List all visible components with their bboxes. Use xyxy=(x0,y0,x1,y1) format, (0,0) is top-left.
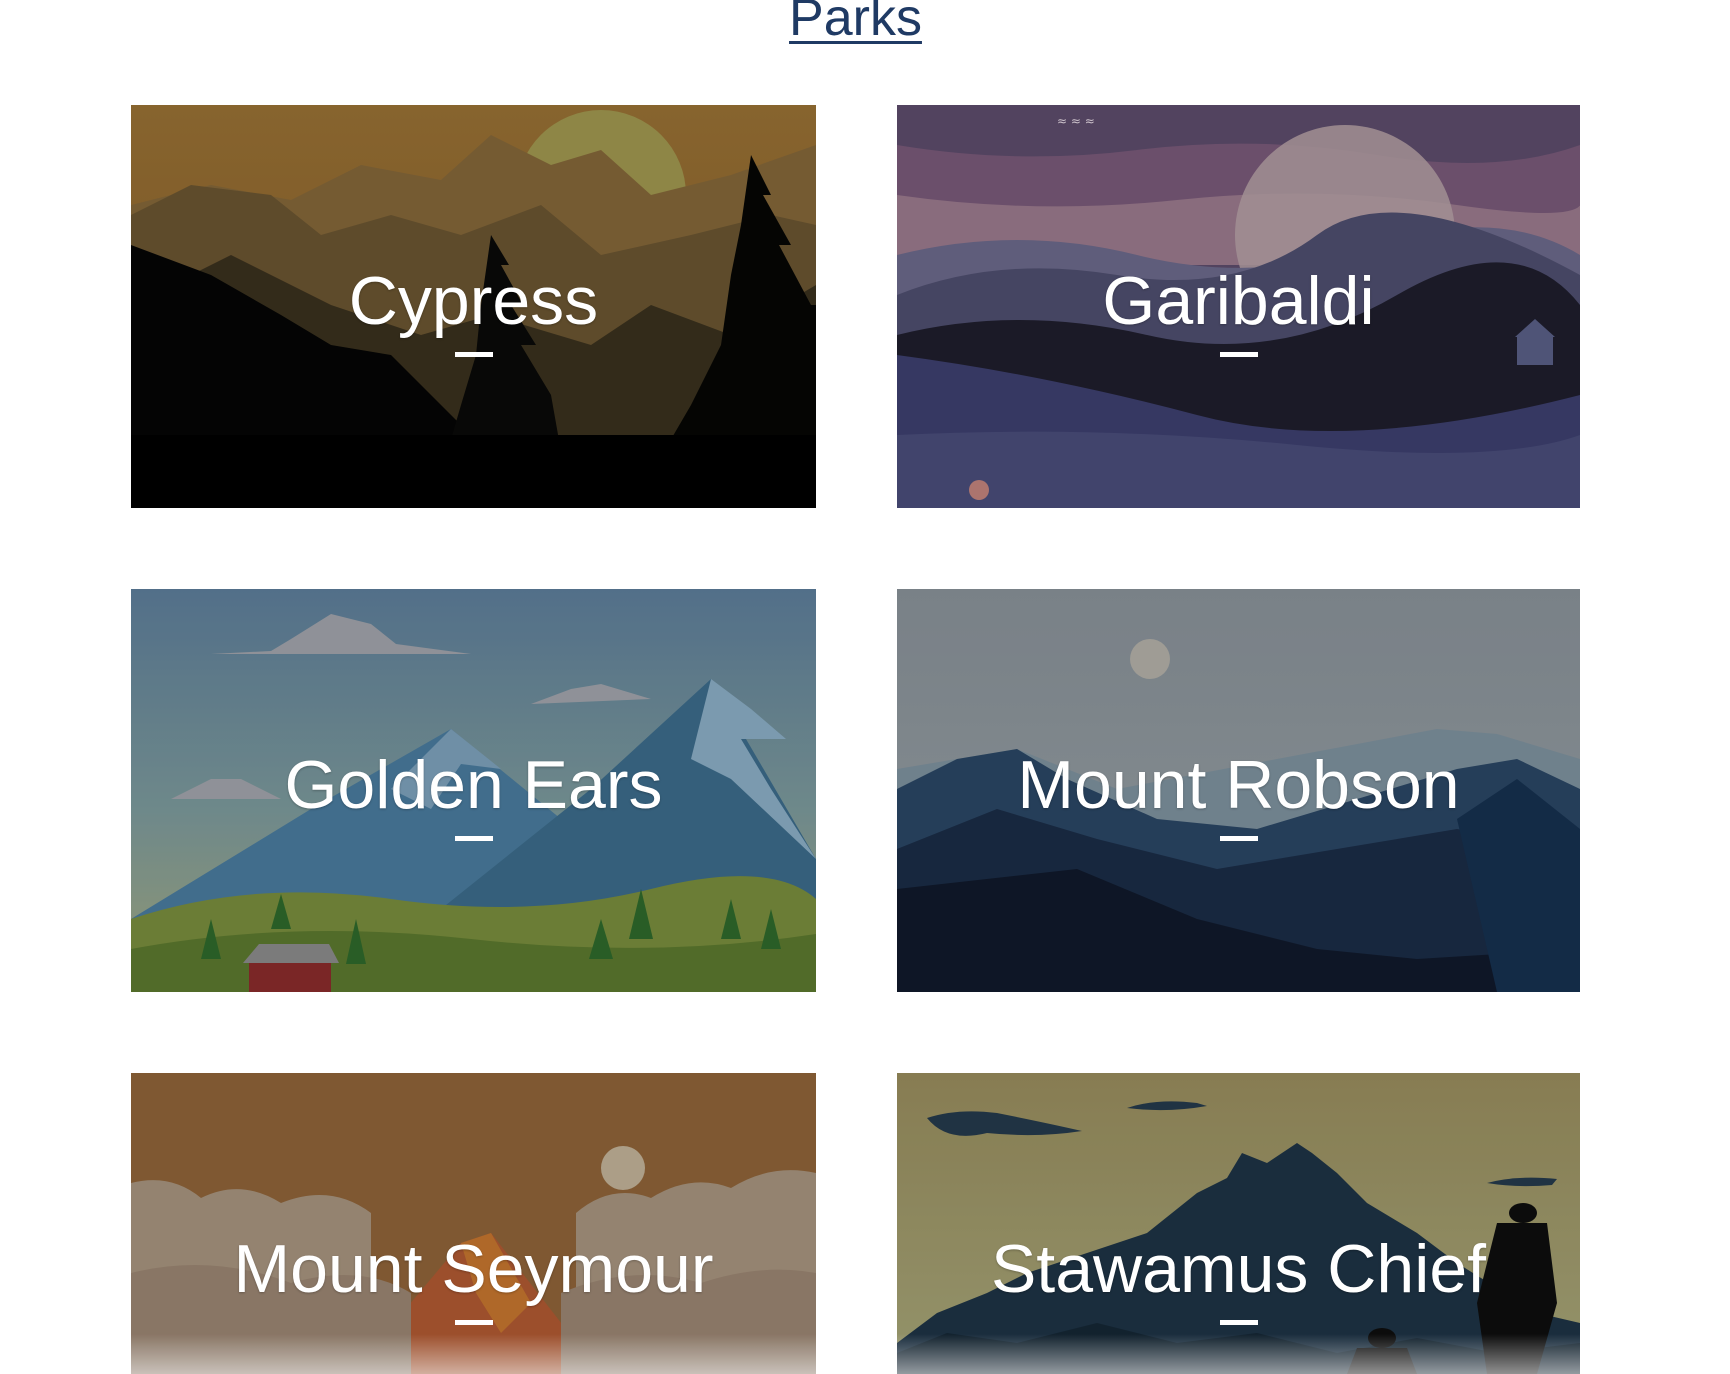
page-title[interactable]: Parks xyxy=(0,0,1711,48)
parks-page: Parks Cypress ≈ ≈ ≈ Garibaldi Golden Ear… xyxy=(0,0,1730,1374)
separator-dash xyxy=(454,352,493,357)
park-card-golden-ears[interactable]: Golden Ears xyxy=(131,589,816,992)
park-card-mount-seymour[interactable]: Mount Seymour xyxy=(131,1073,816,1374)
image-overlay xyxy=(131,1073,816,1374)
park-name: Garibaldi xyxy=(1102,263,1375,339)
park-name: Stawamus Chief xyxy=(990,1231,1487,1307)
park-card-stawamus-chief[interactable]: Stawamus Chief xyxy=(897,1073,1580,1374)
separator-dash xyxy=(454,1320,493,1325)
park-card-cypress[interactable]: Cypress xyxy=(131,105,816,508)
park-name: Golden Ears xyxy=(284,747,663,823)
park-name: Cypress xyxy=(348,263,599,339)
park-name: Mount Seymour xyxy=(233,1231,714,1307)
park-card-garibaldi[interactable]: ≈ ≈ ≈ Garibaldi xyxy=(897,105,1580,508)
image-overlay xyxy=(897,1073,1580,1374)
separator-dash xyxy=(1219,352,1258,357)
park-name: Mount Robson xyxy=(1017,747,1460,823)
separator-dash xyxy=(1219,836,1258,841)
park-card-mount-robson[interactable]: Mount Robson xyxy=(897,589,1580,992)
separator-dash xyxy=(454,836,493,841)
separator-dash xyxy=(1219,1320,1258,1325)
